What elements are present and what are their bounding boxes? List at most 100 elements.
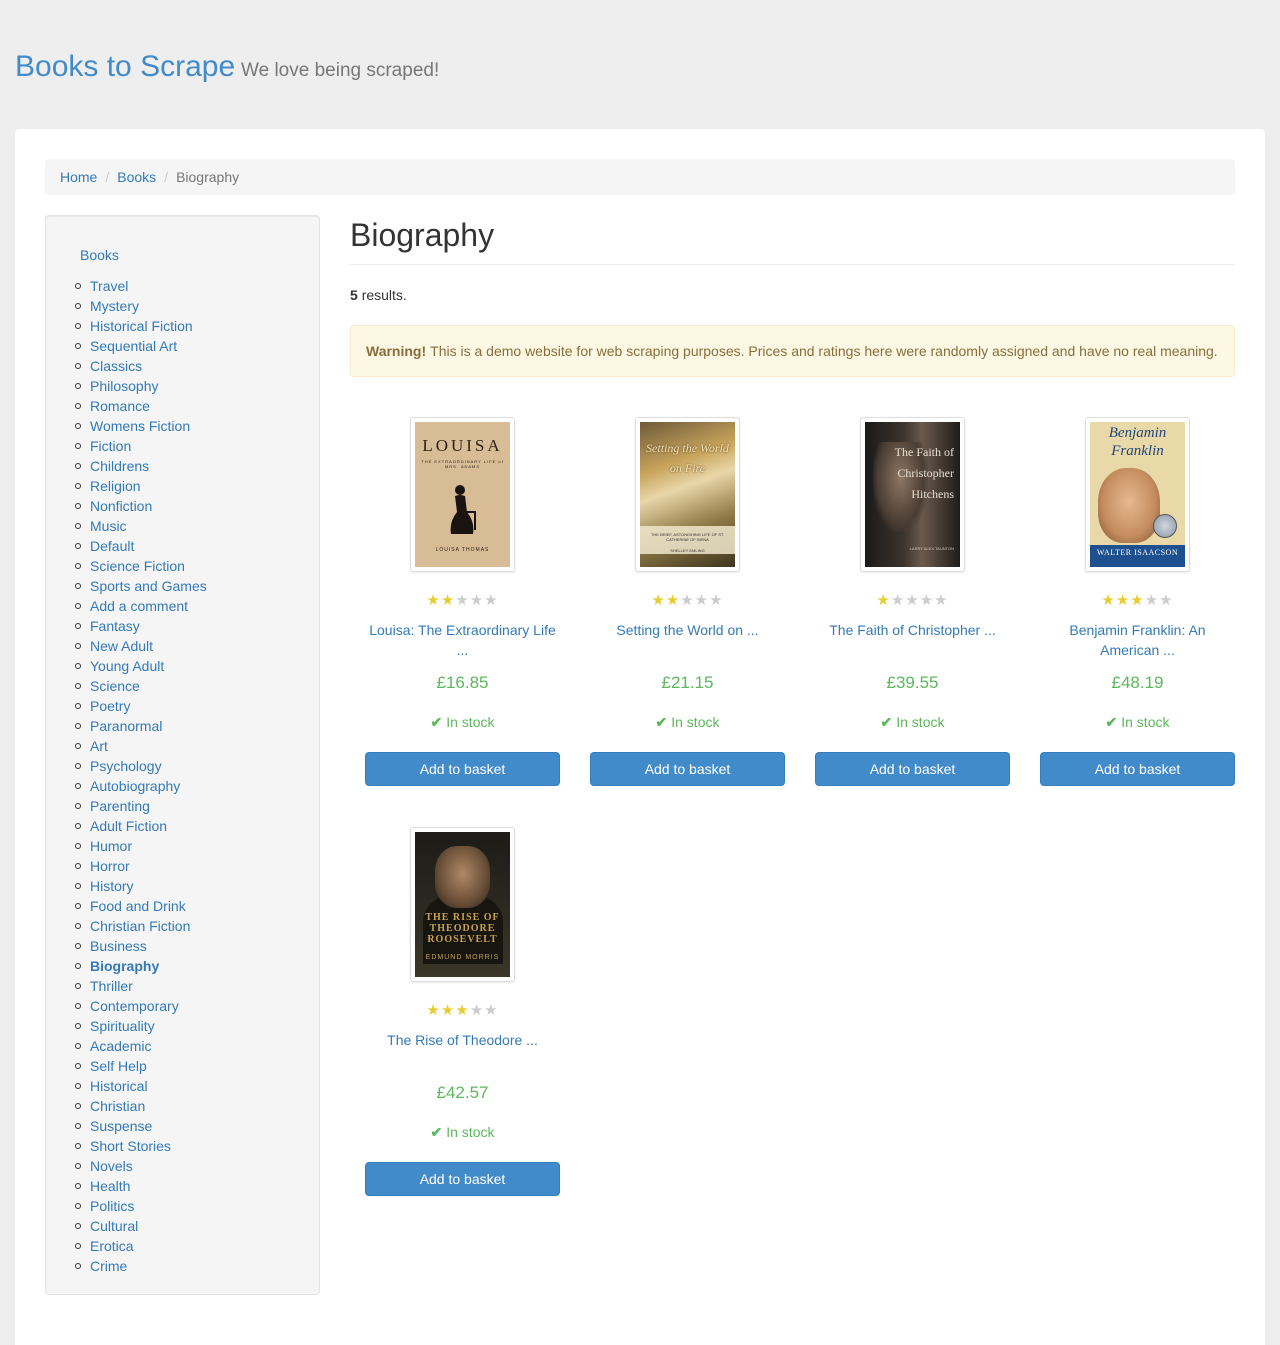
category-link[interactable]: Christian	[90, 1098, 145, 1114]
sidebar-item-crime: Crime	[75, 1256, 207, 1276]
availability: ✔ In stock	[1040, 714, 1235, 731]
category-link[interactable]: Classics	[90, 358, 142, 374]
category-link[interactable]: Travel	[90, 278, 128, 294]
category-link[interactable]: Self Help	[90, 1058, 147, 1074]
category-link[interactable]: Academic	[90, 1038, 151, 1054]
silhouette-image	[450, 485, 476, 534]
star-icon: ★	[1130, 592, 1145, 609]
product-thumbnail[interactable]: Setting the World on Fire THE BRIEF, AST…	[635, 417, 740, 572]
category-link[interactable]: Science	[90, 678, 140, 694]
list-bullet-icon	[75, 843, 81, 849]
sidebar-item-contemporary: Contemporary	[75, 996, 207, 1016]
product-thumbnail[interactable]: THE RISE OF THEODORE ROOSEVELT EDMUND MO…	[410, 827, 515, 982]
list-bullet-icon	[75, 1223, 81, 1229]
cover-subtitle: THE BRIEF, ASTONISHING LIFE OF ST. CATHE…	[650, 532, 725, 542]
category-link[interactable]: Adult Fiction	[90, 818, 167, 834]
category-link[interactable]: Art	[90, 738, 108, 754]
category-link[interactable]: Novels	[90, 1158, 133, 1174]
add-to-basket-button[interactable]: Add to basket	[815, 752, 1010, 786]
product-thumbnail[interactable]: The Faith of Christopher Hitchens LARRY …	[860, 417, 965, 572]
category-list: Travel Mystery Historical Fiction Sequentia…	[75, 276, 207, 1276]
list-bullet-icon	[75, 803, 81, 809]
product-title-link[interactable]: The Faith of Christopher ...	[815, 620, 1010, 640]
add-to-basket-button[interactable]: Add to basket	[365, 1162, 560, 1196]
product-thumbnail[interactable]: LOUISA THE EXTRAORDINARY LIFE of MRS. AD…	[410, 417, 515, 572]
category-link[interactable]: Erotica	[90, 1238, 134, 1254]
category-link[interactable]: Biography	[90, 958, 159, 974]
category-link[interactable]: Womens Fiction	[90, 418, 190, 434]
category-link[interactable]: Suspense	[90, 1118, 152, 1134]
category-link[interactable]: Philosophy	[90, 378, 159, 394]
sidebar-item-fantasy: Fantasy	[75, 616, 207, 636]
category-link[interactable]: Health	[90, 1178, 130, 1194]
breadcrumb-books[interactable]: Books	[117, 169, 156, 185]
product-thumbnail[interactable]: Benjamin Franklin WALTER ISAACSON	[1085, 417, 1190, 572]
check-icon: ✔	[655, 714, 668, 730]
product-title-link[interactable]: Setting the World on ...	[590, 620, 785, 640]
list-bullet-icon	[75, 943, 81, 949]
product-title-link[interactable]: Benjamin Franklin: An American ...	[1040, 620, 1235, 660]
product-title-link[interactable]: Louisa: The Extraordinary Life ...	[365, 620, 560, 660]
results-number: 5	[350, 287, 358, 303]
category-link[interactable]: Nonfiction	[90, 498, 152, 514]
list-bullet-icon	[75, 903, 81, 909]
page-title: Biography	[350, 217, 495, 253]
cover-author: LOUISA THOMAS	[435, 547, 490, 553]
category-link[interactable]: Politics	[90, 1198, 134, 1214]
category-link[interactable]: Crime	[90, 1258, 127, 1274]
category-link[interactable]: Business	[90, 938, 147, 954]
category-link[interactable]: Religion	[90, 478, 141, 494]
category-link[interactable]: Paranormal	[90, 718, 162, 734]
availability: ✔ In stock	[365, 714, 560, 731]
add-to-basket-button[interactable]: Add to basket	[1040, 752, 1235, 786]
product-price: £39.55	[886, 673, 939, 692]
category-link[interactable]: Cultural	[90, 1218, 138, 1234]
star-icon: ★	[1159, 592, 1174, 609]
sidebar-books-link[interactable]: Books	[80, 247, 119, 263]
category-link[interactable]: Horror	[90, 858, 130, 874]
brand-link[interactable]: Books to Scrape	[15, 50, 235, 83]
category-link[interactable]: Default	[90, 538, 134, 554]
category-link[interactable]: Parenting	[90, 798, 150, 814]
category-link[interactable]: Autobiography	[90, 778, 180, 794]
category-link[interactable]: Christian Fiction	[90, 918, 190, 934]
add-to-basket-button[interactable]: Add to basket	[590, 752, 785, 786]
category-link[interactable]: Food and Drink	[90, 898, 186, 914]
cover-title: THE RISE OF THEODORE ROOSEVELT	[425, 912, 500, 945]
category-link[interactable]: Psychology	[90, 758, 162, 774]
add-to-basket-button[interactable]: Add to basket	[365, 752, 560, 786]
category-link[interactable]: Contemporary	[90, 998, 179, 1014]
breadcrumb-home[interactable]: Home	[60, 169, 97, 185]
category-link[interactable]: Thriller	[90, 978, 133, 994]
category-link[interactable]: New Adult	[90, 638, 153, 654]
category-link[interactable]: Science Fiction	[90, 558, 185, 574]
product-title-link[interactable]: The Rise of Theodore ...	[365, 1030, 560, 1050]
star-icon: ★	[905, 592, 920, 609]
category-link[interactable]: Childrens	[90, 458, 149, 474]
category-link[interactable]: Spirituality	[90, 1018, 155, 1034]
category-link[interactable]: Mystery	[90, 298, 139, 314]
category-link[interactable]: Add a comment	[90, 598, 188, 614]
category-link[interactable]: History	[90, 878, 134, 894]
list-bullet-icon	[75, 563, 81, 569]
category-link[interactable]: Humor	[90, 838, 132, 854]
category-link[interactable]: Historical	[90, 1078, 148, 1094]
category-link[interactable]: Poetry	[90, 698, 130, 714]
category-link[interactable]: Sequential Art	[90, 338, 177, 354]
cover-title: The Faith of Christopher Hitchens	[894, 445, 954, 501]
category-link[interactable]: Young Adult	[90, 658, 164, 674]
category-link[interactable]: Short Stories	[90, 1138, 171, 1154]
star-icon: ★	[694, 592, 710, 609]
category-link[interactable]: Music	[90, 518, 127, 534]
sidebar-item-psychology: Psychology	[75, 756, 207, 776]
category-link[interactable]: Fantasy	[90, 618, 140, 634]
product-price: £21.15	[661, 673, 714, 692]
results-label: results.	[361, 287, 407, 303]
category-link[interactable]: Historical Fiction	[90, 318, 193, 334]
list-bullet-icon	[75, 443, 81, 449]
sidebar-item-self-help: Self Help	[75, 1056, 207, 1076]
star-icon: ★	[680, 592, 695, 609]
category-link[interactable]: Fiction	[90, 438, 131, 454]
category-link[interactable]: Romance	[90, 398, 150, 414]
category-link[interactable]: Sports and Games	[90, 578, 207, 594]
